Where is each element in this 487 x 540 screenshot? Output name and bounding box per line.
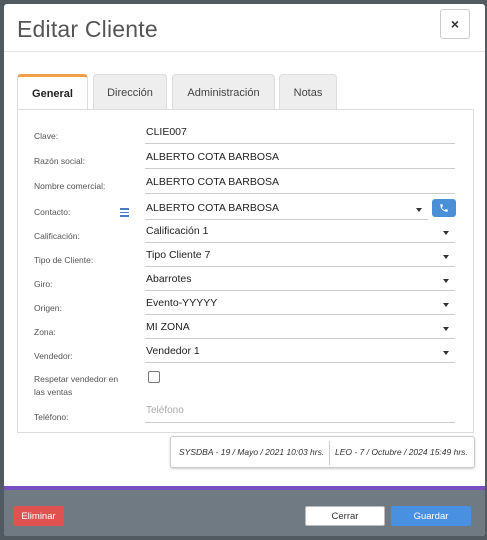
giro-select[interactable]: Abarrotes — [145, 270, 455, 291]
audit-divider — [329, 441, 330, 465]
chevron-down-icon — [416, 208, 422, 212]
nombre-comercial-input[interactable]: ALBERTO COTA BARBOSA — [145, 173, 455, 194]
zona-label: Zona: — [34, 327, 56, 337]
nombre-comercial-label: Nombre comercial: — [34, 181, 106, 191]
audit-info: SYSDBA - 19 / Mayo / 2021 10:03 hrs. LEO… — [170, 436, 475, 468]
modal-footer: Eliminar Cerrar Guardar — [4, 486, 485, 536]
giro-value: Abarrotes — [146, 273, 192, 285]
zona-select[interactable]: MI ZONA — [145, 318, 455, 339]
contacto-select[interactable]: ALBERTO COTA BARBOSA — [145, 199, 428, 220]
general-panel: Clave: CLIE007 Razón social: ALBERTO COT… — [17, 109, 474, 433]
respetar-vendedor-label: Respetar vendedor en las ventas — [34, 373, 118, 399]
contacto-label: Contacto: — [34, 207, 71, 217]
contacto-value: ALBERTO COTA BARBOSA — [146, 202, 280, 214]
chevron-down-icon — [443, 327, 449, 331]
origen-select[interactable]: Evento-YYYYY — [145, 294, 455, 315]
chevron-down-icon — [443, 351, 449, 355]
list-menu-icon[interactable] — [120, 208, 129, 219]
modal-title: Editar Cliente — [17, 16, 158, 42]
calificacion-value: Calificación 1 — [146, 225, 209, 237]
chevron-down-icon — [443, 231, 449, 235]
tab-notas[interactable]: Notas — [279, 74, 337, 110]
close-button[interactable]: × — [440, 9, 470, 39]
vendedor-select[interactable]: Vendedor 1 — [145, 342, 455, 363]
chevron-down-icon — [443, 279, 449, 283]
respetar-vendedor-label-line2: las ventas — [34, 387, 73, 397]
tipo-cliente-label: Tipo de Cliente: — [34, 255, 94, 265]
respetar-vendedor-label-line1: Respetar vendedor en — [34, 374, 119, 384]
telefono-label: Teléfono: — [34, 412, 69, 422]
respetar-vendedor-checkbox[interactable] — [148, 371, 160, 383]
tab-general[interactable]: General — [17, 74, 88, 111]
calificacion-label: Calificación: — [34, 231, 80, 241]
zona-value: MI ZONA — [146, 321, 190, 333]
save-button[interactable]: Guardar — [391, 506, 471, 526]
razon-social-label: Razón social: — [34, 156, 86, 166]
telefono-input[interactable]: Teléfono — [145, 402, 455, 423]
edit-client-modal: Editar Cliente × General Dirección Admin… — [4, 4, 485, 536]
tipo-cliente-value: Tipo Cliente 7 — [146, 249, 211, 261]
origen-label: Origen: — [34, 303, 62, 313]
razon-social-input[interactable]: ALBERTO COTA BARBOSA — [145, 148, 455, 169]
clave-label: Clave: — [34, 131, 59, 141]
delete-button[interactable]: Eliminar — [13, 506, 64, 526]
vendedor-label: Vendedor: — [34, 351, 73, 361]
phone-icon — [440, 204, 448, 212]
modal-header: Editar Cliente × — [4, 4, 485, 52]
audit-created: SYSDBA - 19 / Mayo / 2021 10:03 hrs. — [179, 447, 325, 457]
vendedor-value: Vendedor 1 — [146, 345, 200, 357]
chevron-down-icon — [443, 303, 449, 307]
origen-value: Evento-YYYYY — [146, 297, 218, 309]
clave-input[interactable]: CLIE007 — [145, 123, 455, 144]
calificacion-select[interactable]: Calificación 1 — [145, 222, 455, 243]
close-modal-button[interactable]: Cerrar — [305, 506, 385, 526]
giro-label: Giro: — [34, 279, 53, 289]
tab-administracion[interactable]: Administración — [172, 74, 275, 110]
audit-modified: LEO - 7 / Octubre / 2024 15:49 hrs. — [335, 447, 468, 457]
tipo-cliente-select[interactable]: Tipo Cliente 7 — [145, 246, 455, 267]
chevron-down-icon — [443, 255, 449, 259]
tab-direccion[interactable]: Dirección — [93, 74, 167, 110]
phone-button[interactable] — [432, 199, 456, 217]
